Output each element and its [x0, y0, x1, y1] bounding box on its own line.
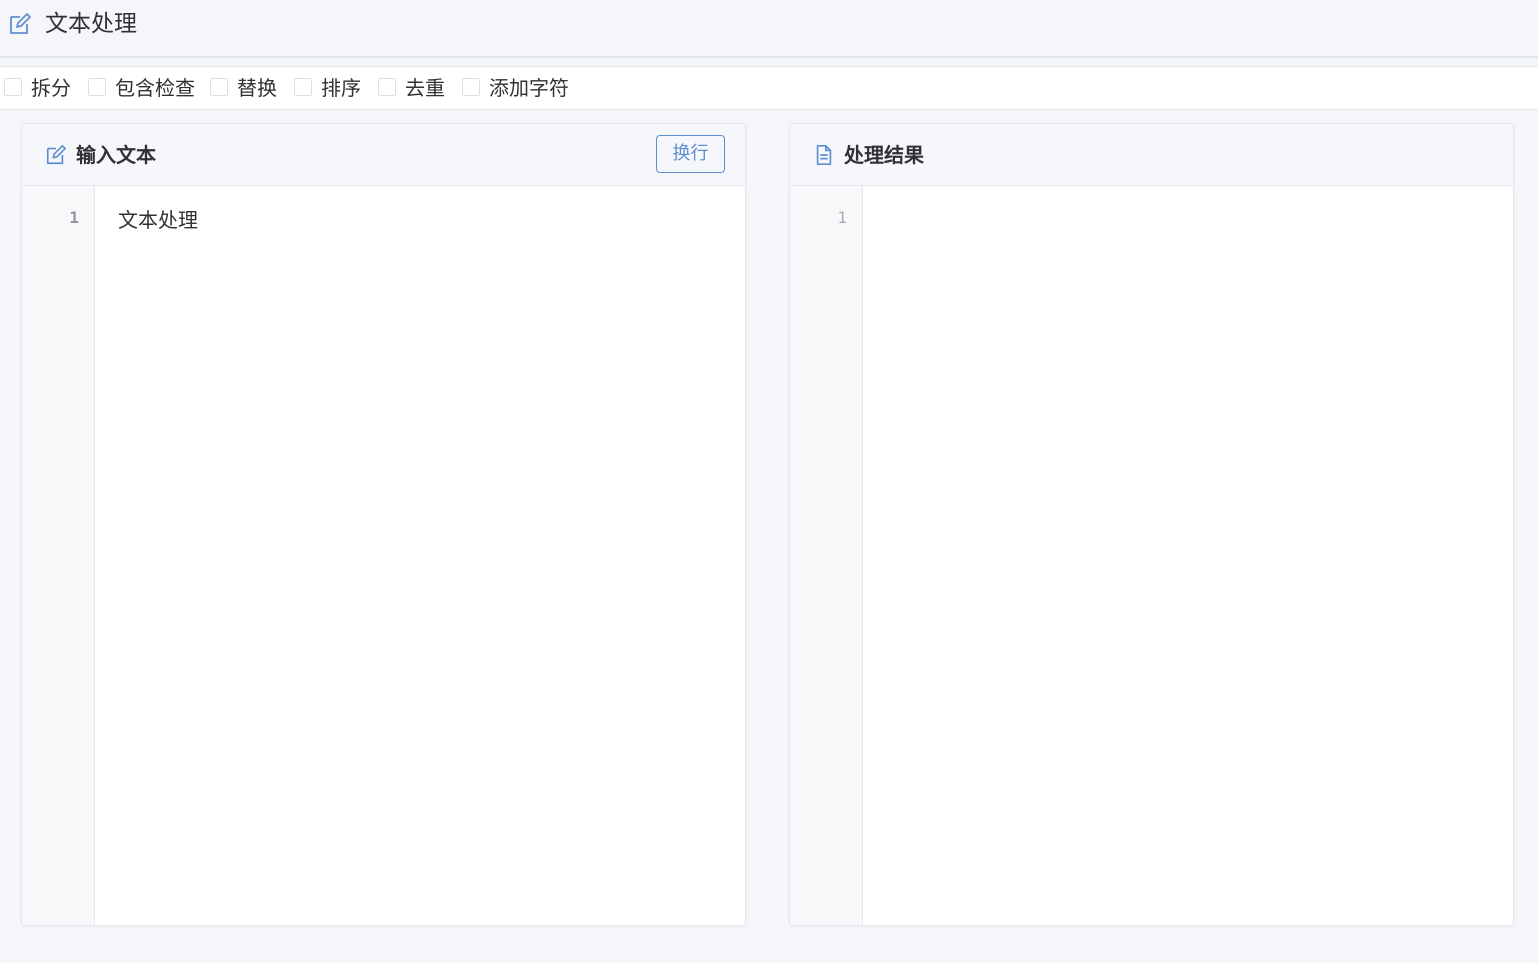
output-panel-title: 处理结果	[844, 143, 924, 167]
edit-icon	[8, 12, 32, 36]
input-editor[interactable]: 文本处理	[95, 186, 745, 925]
option-label: 排序	[321, 76, 361, 100]
option-label: 拆分	[31, 76, 71, 100]
option-label: 去重	[405, 76, 445, 100]
document-icon	[813, 144, 835, 166]
input-panel: 输入文本 换行 1 文本处理	[21, 123, 746, 926]
options-toolbar: 拆分 包含检查 替换 排序 去重 添加字符	[0, 66, 1538, 110]
line-number: 1	[69, 208, 79, 227]
line-number-gutter: 1	[22, 186, 95, 925]
page-title: 文本处理	[45, 11, 137, 37]
line-number: 1	[837, 208, 847, 227]
sort-checkbox[interactable]	[294, 78, 312, 96]
option-label: 添加字符	[489, 76, 569, 100]
output-editor[interactable]	[863, 186, 1513, 925]
wrap-button[interactable]: 换行	[656, 135, 725, 173]
input-panel-title: 输入文本	[76, 143, 156, 167]
split-checkbox[interactable]	[4, 78, 22, 96]
output-panel: 处理结果 1	[789, 123, 1514, 926]
option-label: 包含检查	[115, 76, 195, 100]
contains-check-checkbox[interactable]	[88, 78, 106, 96]
edit-icon	[45, 144, 67, 166]
editor-line: 文本处理	[118, 208, 198, 232]
replace-checkbox[interactable]	[210, 78, 228, 96]
input-panel-header: 输入文本 换行	[22, 124, 745, 186]
page-header: 文本处理	[0, 0, 1538, 58]
line-number-gutter: 1	[790, 186, 863, 925]
dedupe-checkbox[interactable]	[378, 78, 396, 96]
add-chars-checkbox[interactable]	[462, 78, 480, 96]
option-label: 替换	[237, 76, 277, 100]
output-panel-header: 处理结果	[790, 124, 1513, 186]
